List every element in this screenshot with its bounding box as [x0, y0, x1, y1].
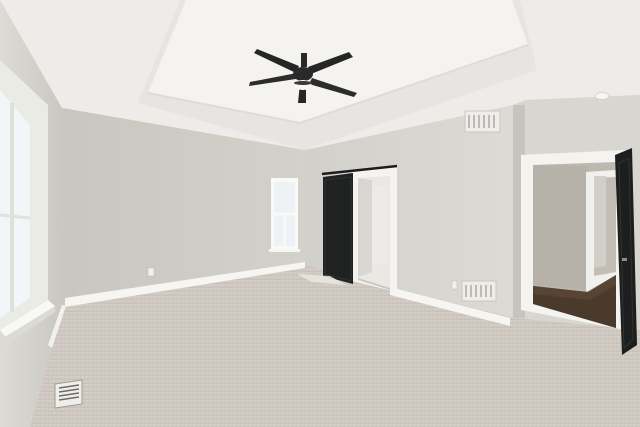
floor-vent: [54, 379, 83, 409]
open-doorway: [521, 150, 625, 330]
barn-door: [323, 173, 353, 284]
room-illustration: [0, 0, 640, 427]
back-window: [269, 178, 300, 252]
light-switch: [451, 280, 458, 290]
barn-door-opening: [352, 167, 397, 292]
smoke-detector: [594, 92, 610, 100]
upper-wall-vent: [464, 110, 501, 133]
wall-outlet: [147, 267, 155, 277]
bedroom-photo: [0, 0, 640, 427]
lower-wall-vent: [461, 280, 497, 302]
